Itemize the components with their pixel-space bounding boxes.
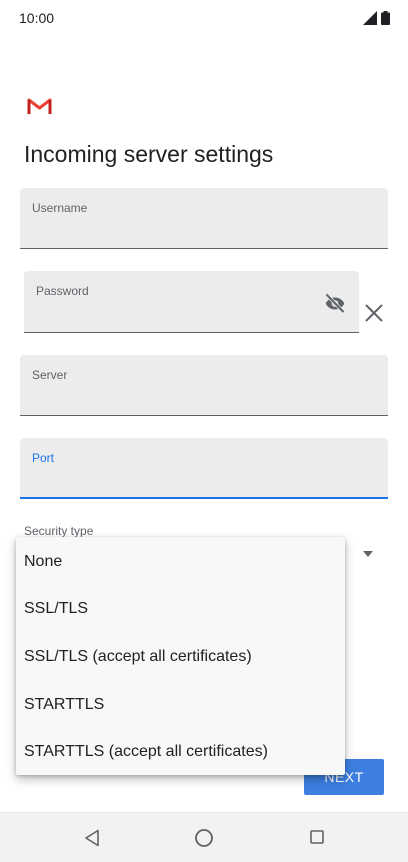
server-field[interactable]: Server [20,355,388,416]
status-bar: 10:00 [0,0,408,36]
menu-item-starttls-accept-all[interactable]: STARTTLS (accept all certificates) [16,728,345,776]
username-field[interactable]: Username [20,188,388,249]
port-label: Port [32,451,55,465]
gmail-logo [27,98,52,114]
password-label: Password [36,284,89,298]
page-title: Incoming server settings [24,141,274,167]
menu-item-ssl-tls-accept-all[interactable]: SSL/TLS (accept all certificates) [16,633,345,681]
dropdown-arrow-icon[interactable] [362,550,374,558]
battery-icon [381,11,390,25]
signal-icon [363,11,377,25]
status-icons [363,11,390,25]
home-icon[interactable] [194,828,214,848]
recents-icon[interactable] [310,830,324,844]
menu-item-ssl-tls[interactable]: SSL/TLS [16,585,345,633]
password-field[interactable]: Password [24,271,359,333]
menu-item-starttls[interactable]: STARTTLS [16,681,345,729]
port-field[interactable]: Port [20,438,388,499]
visibility-off-icon[interactable] [323,291,347,315]
security-type-label: Security type [24,524,94,538]
back-icon[interactable] [84,829,100,847]
security-type-menu: None SSL/TLS SSL/TLS (accept all certifi… [16,537,345,775]
close-icon[interactable] [364,303,384,323]
navigation-bar [0,812,408,862]
status-time: 10:00 [19,10,55,26]
username-label: Username [32,201,88,215]
server-label: Server [32,368,68,382]
menu-item-none[interactable]: None [16,538,345,586]
